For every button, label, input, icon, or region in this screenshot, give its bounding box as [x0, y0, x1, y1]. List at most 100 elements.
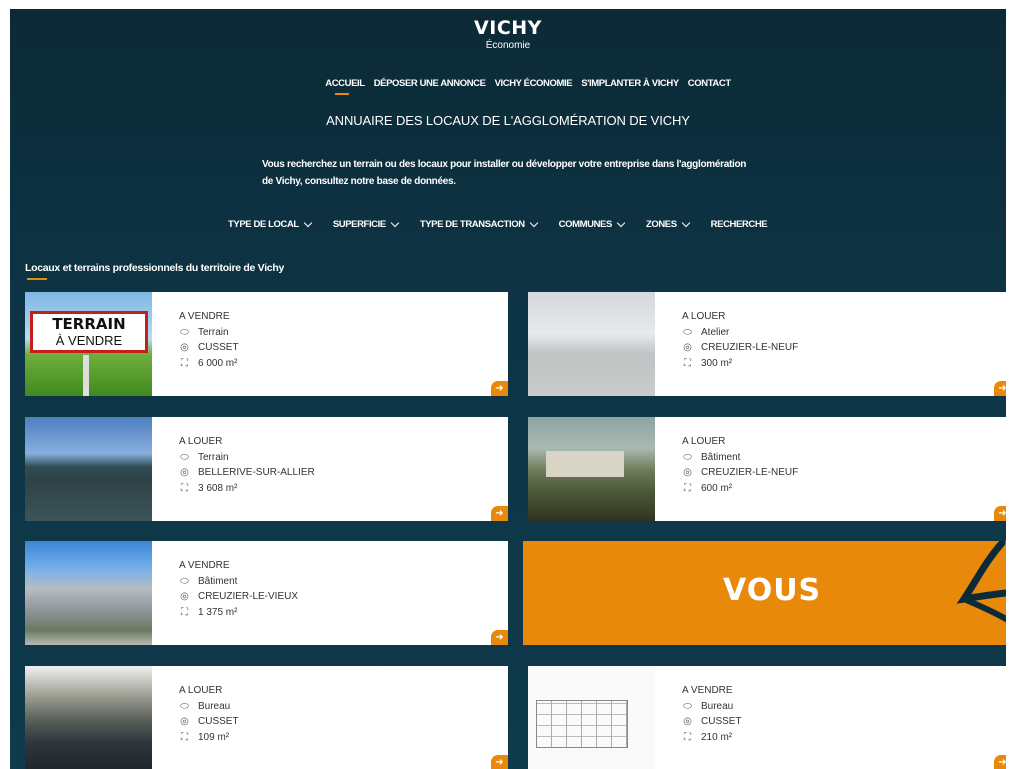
- listing-type: Atelier: [701, 326, 730, 338]
- listing-transaction: A VENDRE: [179, 560, 230, 571]
- listing-photo: TERRAIN À VENDRE: [25, 292, 152, 396]
- tag-icon: ⬭: [683, 451, 692, 463]
- listing-info: A LOUER ⬭ Terrain ◎ BELLERIVE-SUR-ALLIER ⛶…: [152, 417, 315, 521]
- sign-line-1: TERRAIN: [52, 315, 126, 333]
- arrow-right-icon[interactable]: ➜: [491, 381, 508, 396]
- chevron-down-icon: [681, 218, 690, 227]
- listing-type: Bâtiment: [198, 575, 238, 587]
- arrow-right-icon[interactable]: ➜: [491, 755, 508, 769]
- arrow-right-icon[interactable]: ➜: [994, 381, 1006, 396]
- section-underline: [27, 278, 47, 280]
- nav-contact[interactable]: CONTACT: [688, 78, 731, 89]
- listing-type: Bureau: [701, 700, 734, 712]
- area-expand-icon: ⛶: [181, 731, 188, 743]
- listing-photo: [25, 541, 152, 645]
- listing-card[interactable]: A VENDRE ⬭ Bâtiment ◎ CREUZIER-LE-VIEUX ⛶ 1…: [25, 541, 508, 645]
- filter-recherche[interactable]: RECHERCHE: [711, 219, 768, 230]
- page: VICHY Économie ACCUEIL DÉPOSER UNE ANNON…: [10, 9, 1006, 769]
- listing-card[interactable]: TERRAIN À VENDRE A VENDRE ⬭ Terrain ◎ CUSS…: [25, 292, 508, 396]
- site-logo[interactable]: VICHY Économie: [10, 17, 1006, 51]
- arrow-right-icon[interactable]: ➜: [491, 506, 508, 521]
- listing-transaction: A LOUER: [179, 685, 223, 696]
- listing-card[interactable]: A LOUER ⬭ Terrain ◎ BELLERIVE-SUR-ALLIER ⛶…: [25, 417, 508, 521]
- listing-photo: [528, 417, 655, 521]
- chevron-down-icon: [303, 218, 313, 227]
- listing-transaction: A VENDRE: [682, 685, 733, 696]
- filter-communes[interactable]: COMMUNES: [558, 218, 626, 230]
- listing-info: A LOUER ⬭ Bureau ◎ CUSSET ⛶ 109 m²: [152, 666, 239, 769]
- listing-info: A VENDRE ⬭ Bureau ◎ CUSSET ⛶ 210 m²: [655, 666, 742, 769]
- listing-type: Bâtiment: [701, 451, 741, 463]
- intro-line-2: de Vichy, consultez notre base de donnée…: [262, 176, 456, 187]
- filter-superficie[interactable]: SUPERFICIE: [332, 218, 400, 230]
- listing-card[interactable]: A LOUER ⬭ Bureau ◎ CUSSET ⛶ 109 m² ➜: [25, 666, 508, 769]
- area-expand-icon: ⛶: [181, 357, 188, 369]
- listing-commune: BELLERIVE-SUR-ALLIER: [198, 467, 315, 478]
- promo-text: VOUS: [723, 573, 822, 608]
- arrow-right-icon[interactable]: ➜: [994, 506, 1006, 521]
- area-expand-icon: ⛶: [684, 482, 691, 494]
- nav-deposer-annonce[interactable]: DÉPOSER UNE ANNONCE: [374, 78, 486, 89]
- filter-label: TYPE DE LOCAL: [228, 219, 299, 230]
- arrow-right-icon[interactable]: ➜: [491, 630, 508, 645]
- listing-commune: CREUZIER-LE-VIEUX: [198, 591, 299, 602]
- listing-type: Terrain: [198, 451, 229, 463]
- filter-type-de-local[interactable]: TYPE DE LOCAL: [228, 218, 313, 230]
- filter-label: COMMUNES: [558, 219, 613, 230]
- location-pin-icon: ◎: [683, 716, 692, 727]
- nav-s-implanter[interactable]: S'IMPLANTER À VICHY: [581, 78, 679, 89]
- main-nav: ACCUEIL DÉPOSER UNE ANNONCE VICHY ÉCONOM…: [10, 78, 1006, 95]
- page-title: ANNUAIRE DES LOCAUX DE L'AGGLOMÉRATION D…: [326, 113, 690, 128]
- listing-transaction: A VENDRE: [179, 311, 230, 322]
- listing-surface: 6 000 m²: [198, 357, 238, 369]
- location-pin-icon: ◎: [683, 467, 692, 478]
- listing-commune: CUSSET: [198, 716, 239, 727]
- logo-title: VICHY: [474, 17, 542, 39]
- nav-vichy-economie[interactable]: VICHY ÉCONOMIE: [495, 78, 573, 89]
- filter-label: SUPERFICIE: [332, 219, 386, 230]
- area-expand-icon: ⛶: [684, 731, 691, 743]
- listing-surface: 600 m²: [701, 482, 733, 494]
- listing-commune: CUSSET: [198, 342, 239, 353]
- listing-surface: 300 m²: [701, 357, 733, 369]
- listing-commune: CREUZIER-LE-NEUF: [701, 467, 799, 478]
- location-pin-icon: ◎: [180, 467, 189, 478]
- listing-photo: [25, 417, 152, 521]
- promo-banner[interactable]: VOUS: [523, 541, 1006, 645]
- listing-info: A LOUER ⬭ Bâtiment ◎ CREUZIER-LE-NEUF ⛶ 600…: [655, 417, 798, 521]
- terrain-sign: TERRAIN À VENDRE: [30, 311, 148, 353]
- filter-type-de-transaction[interactable]: TYPE DE TRANSACTION: [420, 218, 538, 230]
- listing-commune: CUSSET: [701, 716, 742, 727]
- tag-icon: ⬭: [683, 700, 692, 712]
- nav-accueil[interactable]: ACCUEIL: [325, 78, 365, 95]
- listing-info: A LOUER ⬭ Atelier ◎ CREUZIER-LE-NEUF ⛶ 300 …: [655, 292, 798, 396]
- listing-type: Bureau: [198, 700, 231, 712]
- listing-surface: 1 375 m²: [198, 606, 238, 618]
- listing-photo: [528, 292, 655, 396]
- tag-icon: ⬭: [683, 326, 692, 338]
- listing-photo: [25, 666, 152, 769]
- sign-line-2: À VENDRE: [55, 333, 123, 348]
- listing-info: A VENDRE ⬭ Bâtiment ◎ CREUZIER-LE-VIEUX ⛶ 1…: [152, 541, 298, 645]
- listing-commune: CREUZIER-LE-NEUF: [701, 342, 799, 353]
- logo-subtitle: Économie: [485, 40, 531, 51]
- listing-card[interactable]: A LOUER ⬭ Bâtiment ◎ CREUZIER-LE-NEUF ⛶ 600…: [528, 417, 1006, 521]
- listing-info: A VENDRE ⬭ Terrain ◎ CUSSET ⛶ 6 000 m²: [152, 292, 239, 396]
- listing-transaction: A LOUER: [682, 436, 726, 447]
- listing-card[interactable]: A VENDRE ⬭ Bureau ◎ CUSSET ⛶ 210 m² ➜: [528, 666, 1006, 769]
- filter-label: RECHERCHE: [710, 219, 768, 230]
- chevron-down-icon: [390, 218, 400, 227]
- pointing-arrow-icon: [956, 541, 1006, 622]
- area-expand-icon: ⛶: [684, 357, 691, 369]
- listing-surface: 109 m²: [198, 731, 230, 743]
- arrow-right-icon[interactable]: ➜: [994, 755, 1006, 769]
- tag-icon: ⬭: [180, 700, 189, 712]
- listing-card[interactable]: A LOUER ⬭ Atelier ◎ CREUZIER-LE-NEUF ⛶ 300 …: [528, 292, 1006, 396]
- location-pin-icon: ◎: [180, 716, 189, 727]
- section-title: Locaux et terrains professionnels du ter…: [25, 262, 285, 274]
- listing-transaction: A LOUER: [179, 436, 223, 447]
- listing-type: Terrain: [198, 326, 229, 338]
- filter-zones[interactable]: ZONES: [646, 218, 690, 230]
- tag-icon: ⬭: [180, 326, 189, 338]
- area-expand-icon: ⛶: [181, 482, 188, 494]
